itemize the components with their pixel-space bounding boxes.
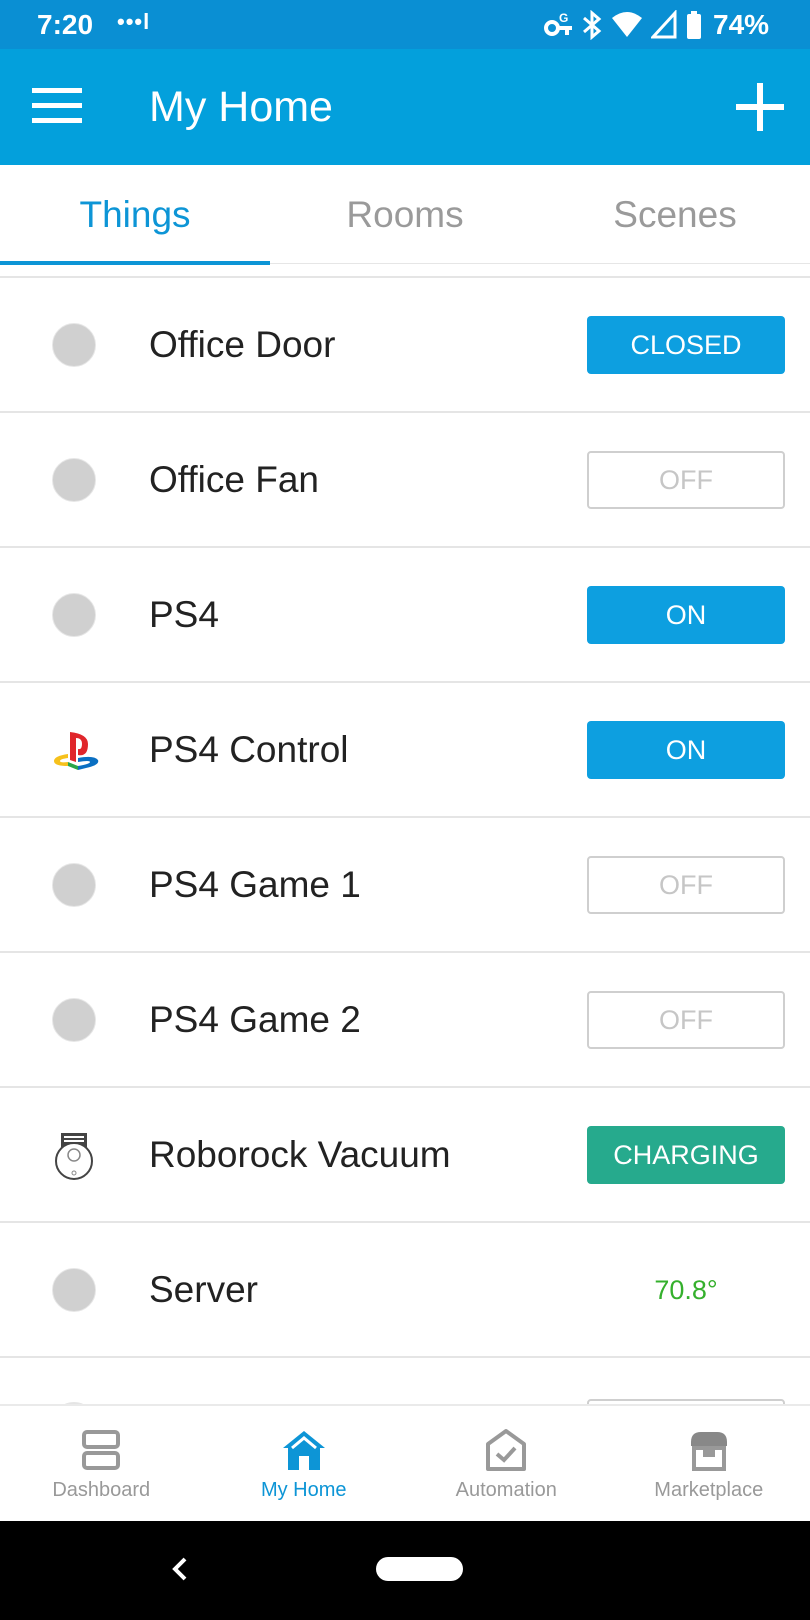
tab-bar: Things Rooms Scenes xyxy=(0,165,810,265)
thing-row-ps4-game-1[interactable]: PS4 Game 1 OFF xyxy=(0,818,810,953)
back-chevron-icon[interactable] xyxy=(166,1549,194,1589)
thing-name: PS4 Game 1 xyxy=(149,864,361,905)
home-gesture-pill[interactable] xyxy=(376,1557,463,1581)
svg-text:G: G xyxy=(559,11,568,25)
status-dot-icon xyxy=(52,1268,96,1312)
list-divider xyxy=(0,264,810,278)
status-dot-icon xyxy=(52,998,96,1042)
nav-my-home[interactable]: My Home xyxy=(203,1406,406,1523)
tab-things[interactable]: Things xyxy=(0,165,270,265)
nav-label: My Home xyxy=(260,1479,347,1501)
thing-name: Office Door xyxy=(149,324,336,365)
status-dot-icon xyxy=(52,863,96,907)
status-dot-icon xyxy=(52,323,96,367)
thing-row-office-fan[interactable]: Office Fan OFF xyxy=(0,413,810,548)
state-button[interactable]: ON xyxy=(587,586,785,644)
nav-marketplace[interactable]: Marketplace xyxy=(608,1406,810,1523)
app-bar: My Home xyxy=(0,49,810,165)
thing-row-ps4-game-2[interactable]: PS4 Game 2 OFF xyxy=(0,953,810,1088)
system-nav-bar xyxy=(0,1521,810,1620)
page-title: My Home xyxy=(149,83,333,131)
robot-vacuum-icon xyxy=(52,1133,96,1180)
status-bar: 7:20 •••l G 74% xyxy=(0,0,810,49)
plus-icon[interactable] xyxy=(734,81,786,133)
thing-name: PS4 xyxy=(149,594,219,635)
wifi-icon xyxy=(612,12,642,37)
dashboard-icon xyxy=(79,1428,123,1472)
temperature-reading: 70.8° xyxy=(654,1275,718,1305)
automation-icon xyxy=(484,1428,528,1472)
status-dot-icon xyxy=(52,593,96,637)
nav-label: Automation xyxy=(455,1479,557,1501)
home-icon xyxy=(282,1428,326,1472)
thing-name: Roborock Vacuum xyxy=(149,1134,451,1175)
thing-name: Office Fan xyxy=(149,459,320,500)
tab-scenes[interactable]: Scenes xyxy=(540,165,810,264)
thing-name: Server xyxy=(149,1269,258,1310)
thing-row-server[interactable]: Server 70.8° xyxy=(0,1223,810,1358)
battery-percent: 74% xyxy=(713,9,770,40)
state-button[interactable]: CLOSED xyxy=(587,316,785,374)
state-button[interactable]: OFF xyxy=(587,856,785,914)
thing-row-ps4[interactable]: PS4 ON xyxy=(0,548,810,683)
nav-dashboard[interactable]: Dashboard xyxy=(0,1406,203,1523)
state-button[interactable]: ON xyxy=(587,721,785,779)
battery-icon xyxy=(687,11,701,39)
cell-signal-icon xyxy=(651,10,677,39)
thing-name: PS4 Game 2 xyxy=(149,999,361,1040)
thing-name: PS4 Control xyxy=(149,729,349,770)
state-button[interactable]: OFF xyxy=(587,451,785,509)
thing-row-partial[interactable] xyxy=(0,1358,810,1404)
state-button[interactable]: CHARGING xyxy=(587,1126,785,1184)
things-list[interactable]: Office Door CLOSED Office Fan OFF PS4 ON… xyxy=(0,264,810,1404)
nav-automation[interactable]: Automation xyxy=(405,1406,608,1523)
nav-label: Dashboard xyxy=(52,1479,151,1501)
bottom-nav: Dashboard My Home Automation Marketplace xyxy=(0,1404,810,1521)
status-dot-icon xyxy=(52,458,96,502)
thing-row-ps4-control[interactable]: PS4 Control ON xyxy=(0,683,810,818)
notification-dots: •••l xyxy=(117,9,151,34)
tab-rooms[interactable]: Rooms xyxy=(270,165,540,264)
playstation-logo-icon xyxy=(52,728,99,772)
state-button[interactable]: OFF xyxy=(587,991,785,1049)
hamburger-menu-icon[interactable] xyxy=(28,82,88,132)
vpn-key-icon: G xyxy=(544,11,572,36)
status-time: 7:20 xyxy=(37,9,94,40)
thing-row-roborock-vacuum[interactable]: Roborock Vacuum CHARGING xyxy=(0,1088,810,1223)
status-icons: G 74% xyxy=(543,7,769,43)
thing-row-office-door[interactable]: Office Door CLOSED xyxy=(0,278,810,413)
marketplace-icon xyxy=(687,1428,731,1472)
bluetooth-icon xyxy=(583,10,602,40)
nav-label: Marketplace xyxy=(654,1479,764,1501)
